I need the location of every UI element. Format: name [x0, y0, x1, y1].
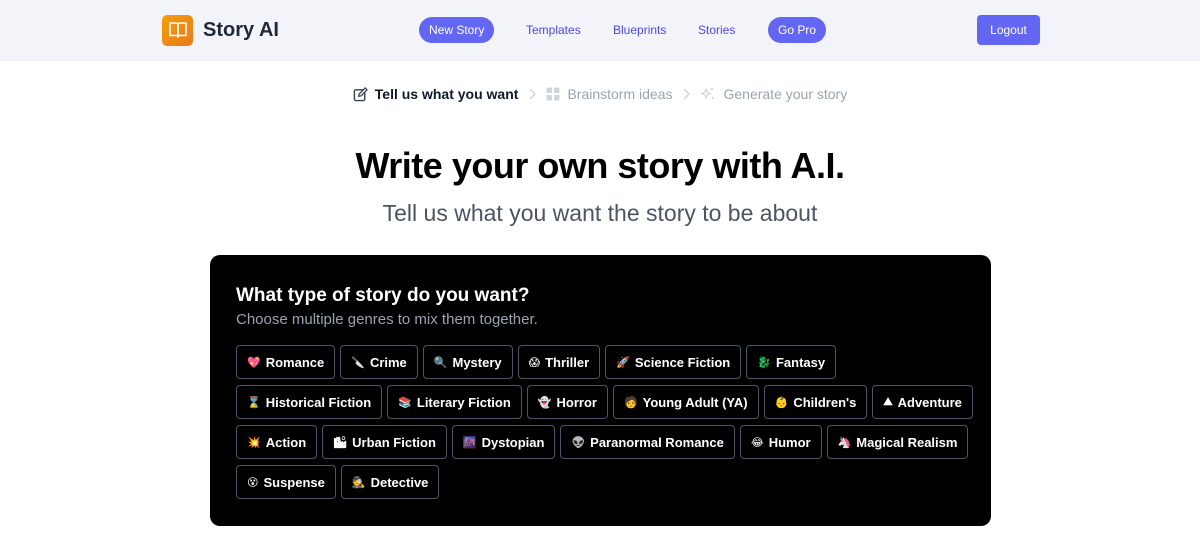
genre-chip-crime[interactable]: 🔪 Crime [340, 345, 418, 379]
genre-chip-young-adult[interactable]: 🧑 Young Adult (YA) [612, 385, 759, 419]
genre-label: Crime [369, 354, 407, 370]
stories-link[interactable]: Stories [688, 17, 745, 43]
cityscape-icon: 🏙 [333, 435, 348, 449]
genre-label: Fantasy [775, 354, 826, 370]
step-label: Generate your story [723, 86, 848, 102]
books-icon: 📚 [398, 395, 412, 409]
genre-chip-detective[interactable]: 🕵 Detective [340, 465, 440, 499]
genre-chip-humor[interactable]: 😂 Humor [739, 425, 822, 459]
step-brainstorm[interactable]: Brainstorm ideas [546, 86, 672, 102]
person-icon: 🧑 [623, 395, 638, 409]
step-label: Brainstorm ideas [567, 86, 673, 102]
baby-icon: 👶 [774, 395, 789, 409]
nav-item-stories[interactable]: Stories [688, 17, 745, 43]
genre-chip-adventure[interactable]: ⛰ Adventure [872, 385, 973, 419]
page-title: Write your own story with A.I. [355, 145, 845, 186]
panel-title: What type of story do you want? [236, 285, 530, 306]
genre-chip-horror[interactable]: 👻 Horror [526, 385, 608, 419]
genre-label: Humor [768, 434, 811, 450]
magnifier-icon: 🔍 [433, 355, 448, 369]
chevron-right-icon [528, 88, 537, 100]
laughing-face-icon: 😂 [750, 435, 764, 449]
genre-label: Mystery [452, 354, 502, 370]
genre-selection-panel: What type of story do you want? Choose m… [210, 255, 991, 526]
top-navigation-bar: Story AI New Story Templates Blueprints … [0, 0, 1200, 61]
genre-chip-urban-fiction[interactable]: 🏙 Urban Fiction [322, 425, 447, 459]
scream-face-icon: 😱 [528, 355, 541, 369]
grid-icon [546, 87, 560, 101]
genre-label: Science Fiction [634, 354, 731, 370]
progress-steps: Tell us what you want Brainstorm ideas G… [0, 86, 1200, 102]
genre-label: Detective [370, 474, 429, 490]
genre-chip-literary-fiction[interactable]: 📚 Literary Fiction [387, 385, 522, 419]
genre-chip-mystery[interactable]: 🔍 Mystery [422, 345, 513, 379]
genre-chip-magical-realism[interactable]: 🦄 Magical Realism [826, 425, 969, 459]
genre-label: Literary Fiction [416, 394, 511, 410]
genre-chip-romance[interactable]: 💖 Romance [236, 345, 336, 379]
genre-label: Magical Realism [856, 434, 958, 450]
genre-label: Horror [556, 394, 597, 410]
brand[interactable]: Story AI [162, 14, 279, 46]
genre-chip-science-fiction[interactable]: 🚀 Science Fiction [605, 345, 742, 379]
blueprints-link[interactable]: Blueprints [603, 17, 676, 43]
explosion-icon: 💥 [247, 435, 261, 449]
genre-chip-fantasy[interactable]: 🐉 Fantasy [746, 345, 837, 379]
page-subtitle: Tell us what you want the story to be ab… [382, 200, 818, 226]
genre-label: Young Adult (YA) [642, 394, 748, 410]
dizzy-face-icon: 😵 [247, 475, 259, 489]
unicorn-icon: 🦄 [837, 435, 852, 449]
nav-item-go-pro[interactable]: Go Pro [768, 17, 827, 43]
sparkles-icon [700, 86, 716, 102]
chevron-right-icon [682, 88, 691, 100]
genre-list: 💖 Romance 🔪 Crime 🔍 Mystery 😱 Thriller 🚀 Scie… [236, 345, 976, 499]
genre-chip-dystopian[interactable]: 🌆 Dystopian [451, 425, 556, 459]
genre-chip-thriller[interactable]: 😱 Thriller [517, 345, 601, 379]
brand-name: Story AI [203, 18, 279, 41]
nav-item-templates[interactable]: Templates [516, 17, 591, 43]
go-pro-link[interactable]: Go Pro [768, 17, 827, 43]
genre-chip-action[interactable]: 💥 Action [236, 425, 318, 459]
genre-chip-historical-fiction[interactable]: ⌛ Historical Fiction [236, 385, 383, 419]
nav-item-blueprints[interactable]: Blueprints [603, 17, 676, 43]
hourglass-icon: ⌛ [247, 395, 261, 409]
genre-label: Historical Fiction [265, 394, 372, 410]
genre-label: Thriller [545, 354, 590, 370]
ghost-icon: 👻 [537, 395, 552, 409]
alien-icon: 👽 [571, 435, 586, 449]
genre-label: Children's [793, 394, 857, 410]
step-generate[interactable]: Generate your story [700, 86, 847, 102]
dragon-icon: 🐉 [757, 355, 771, 369]
nav-item-new-story[interactable]: New Story [419, 17, 495, 43]
genre-label: Action [265, 434, 307, 450]
pencil-square-icon [353, 86, 368, 102]
logout-button[interactable]: Logout [977, 15, 1040, 45]
templates-link[interactable]: Templates [516, 17, 591, 43]
genre-label: Urban Fiction [352, 434, 436, 450]
genre-chip-suspense[interactable]: 😵 Suspense [236, 465, 336, 499]
open-book-icon [162, 14, 193, 46]
mountain-icon: ⛰ [883, 395, 893, 408]
city-dusk-icon: 🌆 [462, 435, 477, 449]
step-label: Tell us what you want [374, 86, 519, 102]
genre-label: Romance [265, 354, 325, 370]
detective-icon: 🕵 [351, 475, 366, 489]
genre-label: Dystopian [481, 434, 545, 450]
genre-chip-childrens[interactable]: 👶 Children's [763, 385, 868, 419]
rocket-icon: 🚀 [616, 355, 630, 369]
genre-chip-paranormal-romance[interactable]: 👽 Paranormal Romance [560, 425, 735, 459]
genre-label: Paranormal Romance [590, 434, 724, 450]
panel-subtitle: Choose multiple genres to mix them toget… [236, 311, 538, 328]
knife-icon: 🔪 [351, 355, 365, 369]
heart-icon: 💖 [247, 355, 261, 369]
new-story-link[interactable]: New Story [419, 17, 495, 43]
genre-label: Suspense [263, 474, 325, 490]
genre-label: Adventure [897, 394, 962, 410]
step-tell-us[interactable]: Tell us what you want [353, 86, 519, 102]
